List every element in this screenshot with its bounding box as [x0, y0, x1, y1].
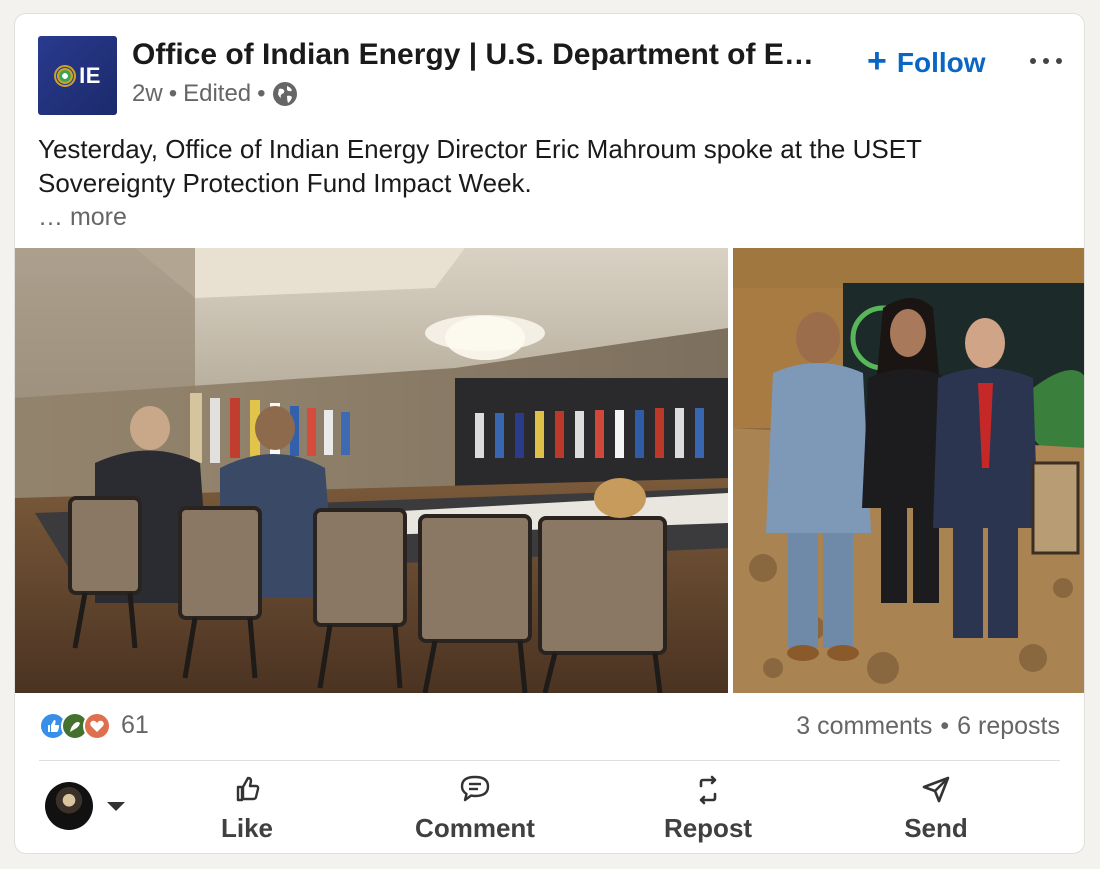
avatar	[45, 782, 93, 830]
author-name[interactable]: Office of Indian Energy | U.S. Departmen…	[132, 38, 822, 72]
follow-label: Follow	[896, 47, 986, 78]
post-meta: 2w • Edited •	[132, 80, 298, 108]
feed-post-card: IE Office of Indian Energy | U.S. Depart…	[14, 13, 1085, 854]
divider	[39, 760, 1060, 761]
comment-button[interactable]: Comment	[410, 774, 540, 844]
thumbs-up-icon	[232, 774, 262, 804]
edited-label: Edited	[183, 80, 252, 107]
reaction-count: 61	[121, 711, 149, 739]
post-body-text: Yesterday, Office of Indian Energy Direc…	[38, 134, 922, 198]
post-age: 2w	[132, 80, 163, 107]
conference-table-photo[interactable]	[15, 248, 728, 693]
reactions-summary[interactable]: 61	[39, 711, 149, 740]
repost-button[interactable]: Repost	[660, 774, 756, 844]
stats-separator: •	[940, 712, 950, 740]
repost-label: Repost	[663, 813, 753, 843]
love-reaction-icon	[83, 711, 111, 740]
like-button[interactable]: Like	[205, 774, 289, 844]
company-logo[interactable]: IE	[38, 36, 117, 115]
engagement-stats: 3 comments • 6 reposts	[796, 712, 1060, 741]
send-label: Send	[904, 813, 968, 843]
see-more-link[interactable]: … more	[38, 203, 127, 232]
reposts-count-link[interactable]: 6 reposts	[957, 712, 1060, 741]
group-portrait-photo[interactable]	[733, 248, 1084, 693]
more-options-icon[interactable]	[1030, 50, 1062, 72]
follow-button[interactable]: + Follow	[867, 44, 986, 82]
actor-selector[interactable]	[45, 782, 125, 830]
comments-count-link[interactable]: 3 comments	[796, 712, 932, 741]
logo-text: IE	[79, 62, 101, 88]
comment-label: Comment	[415, 813, 535, 843]
repost-icon	[693, 774, 723, 806]
send-button[interactable]: Send	[900, 774, 972, 844]
comment-icon	[459, 774, 491, 804]
chevron-down-icon	[107, 801, 125, 811]
like-label: Like	[220, 813, 274, 843]
globe-icon	[272, 81, 298, 107]
doe-seal-icon	[54, 64, 77, 87]
send-icon	[921, 774, 951, 804]
plus-icon: +	[867, 42, 887, 80]
